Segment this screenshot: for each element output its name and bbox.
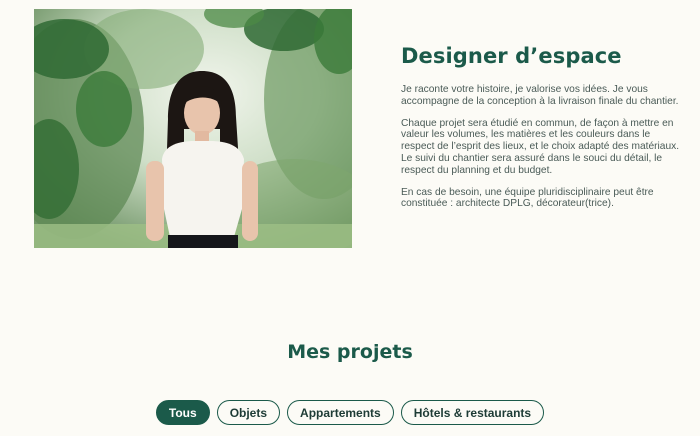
about-title: Designer d’espace: [401, 44, 622, 68]
about-paragraph-1: Je raconte votre histoire, je valorise v…: [401, 84, 679, 107]
portrait-photo: [34, 9, 352, 248]
about-paragraph-2: Chaque projet sera étudié en commun, de …: [401, 117, 680, 176]
filter-hotels-restaurants-button[interactable]: Hôtels & restaurants: [400, 400, 545, 425]
about-paragraph-3: En cas de besoin, une équipe pluridiscip…: [401, 186, 654, 210]
filter-all-button[interactable]: Tous: [155, 400, 210, 425]
about-section: Designer d’espace Je raconte votre histo…: [401, 44, 681, 220]
page: Designer d’espace Je raconte votre histo…: [0, 0, 700, 436]
filter-apartments-button[interactable]: Appartements: [287, 400, 394, 425]
filter-objects-button[interactable]: Objets: [216, 400, 281, 425]
projects-title: Mes projets: [287, 341, 413, 363]
portrait-illustration: [34, 9, 352, 248]
project-filters: Tous Objets Appartements Hôtels & restau…: [0, 400, 700, 425]
